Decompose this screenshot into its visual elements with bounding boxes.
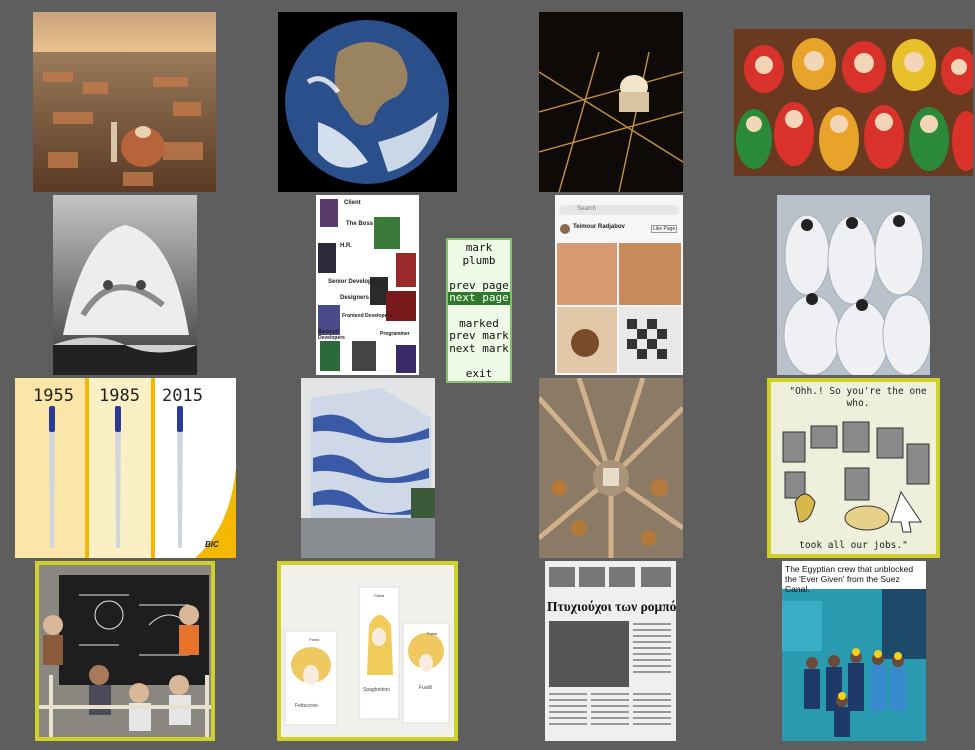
thumbnail-wavy-building[interactable] xyxy=(301,378,435,558)
thumbnail-arc-de-triomphe[interactable] xyxy=(539,378,683,558)
earth-image xyxy=(278,12,457,192)
florence-aerial-image xyxy=(33,12,216,192)
pasta-name-fettuccine: Fettuccine xyxy=(295,703,319,709)
meme-label-boss: The Boss xyxy=(346,221,374,227)
menu-item-mark[interactable]: mark xyxy=(448,241,510,255)
pen-year-1985: 1985 xyxy=(99,386,140,406)
thumbnail-knitted-scientists[interactable] xyxy=(35,561,215,741)
thumbnail-greek-newspaper[interactable]: Πτυχιούχοι των ρομπότ xyxy=(545,561,676,741)
suez-caption: The Egyptian crew that unblocked the 'Ev… xyxy=(785,564,914,594)
menu-item-next-mark[interactable]: next mark xyxy=(448,342,510,356)
pen-year-1955: 1955 xyxy=(33,386,74,406)
phone-comic-image xyxy=(555,195,683,375)
hazmat-image xyxy=(777,195,930,375)
meme-label-senior: Senior Developers xyxy=(328,279,381,285)
matryoshka-image xyxy=(734,29,973,176)
thumbnail-pasta-boxes[interactable]: Pasta Fettuccine Pasta Spaghettoni Pasta… xyxy=(277,561,458,741)
knitted-scientists-image xyxy=(39,565,211,737)
thumbnail-earth[interactable] xyxy=(278,12,457,192)
comic-like-page-text: Like Page xyxy=(651,225,678,233)
pasta-brand-2: Pasta xyxy=(374,593,385,598)
menu-spacer xyxy=(448,267,510,280)
thumbnail-suez-crew[interactable]: The Egyptian crew that unblocked the 'Ev… xyxy=(782,561,926,741)
thumbnail-robots-cartoon[interactable]: "Ohh.! So you're the one who. took all o… xyxy=(767,378,940,558)
pasta-brand-1: Pasta xyxy=(309,637,320,642)
menu-spacer xyxy=(448,305,510,318)
meme-label-client: Client xyxy=(344,200,361,206)
thumbnail-phone-comic[interactable]: Search Teimour Radjabov Like Page xyxy=(555,195,683,375)
pasta-boxes-image xyxy=(281,565,454,737)
comic-search-text: Search xyxy=(577,206,597,212)
menu-item-exit[interactable]: exit xyxy=(448,367,510,381)
meme-label-backend: Backend Developers xyxy=(318,329,345,341)
menu-item-next-page[interactable]: next page xyxy=(448,292,510,305)
comic-author-text: Teimour Radjabov xyxy=(573,224,625,230)
thumbnail-matryoshka[interactable] xyxy=(734,29,973,176)
pasta-brand-3: Pasta xyxy=(427,631,438,636)
wavy-building-image xyxy=(301,378,435,558)
thumbnail-avengers-meme[interactable]: Client The Boss H.R. Senior Developers D… xyxy=(316,195,419,375)
bic-logo: BIC xyxy=(205,540,219,549)
image-browser: Client The Boss H.R. Senior Developers D… xyxy=(0,0,975,750)
thumbnail-florence-night[interactable] xyxy=(539,12,683,192)
greek-newspaper-image xyxy=(545,561,676,741)
thumbnail-florence-aerial[interactable] xyxy=(33,12,216,192)
meme-label-designers: Designers xyxy=(340,295,370,301)
thumbnail-bic-pens[interactable]: 1955 1985 2015 BIC xyxy=(15,378,236,558)
wave-image xyxy=(53,195,197,375)
cartoon-caption-bottom: took all our jobs." xyxy=(799,540,908,551)
florence-night-image xyxy=(539,12,683,192)
meme-label-frontend: Frontend Developers xyxy=(342,313,393,319)
pen-year-2015: 2015 xyxy=(162,386,203,406)
cartoon-caption-top: "Ohh.! So you're the one who. xyxy=(789,386,927,409)
thumbnail-hazmat[interactable] xyxy=(777,195,930,375)
meme-label-hr: H.R. xyxy=(340,243,352,249)
pasta-name-fusilli: Fusilli xyxy=(419,685,432,691)
arc-de-triomphe-image xyxy=(539,378,683,558)
menu-item-prev-mark[interactable]: prev mark xyxy=(448,330,510,343)
meme-label-programmer: Programmer xyxy=(380,331,410,337)
pasta-name-spaghettoni: Spaghettoni xyxy=(363,687,390,693)
newspaper-headline: Πτυχιούχοι των ρομπότ xyxy=(547,599,676,614)
navigation-menu: mark plumb prev page next page marked pr… xyxy=(446,238,512,383)
menu-item-plumb[interactable]: plumb xyxy=(448,254,510,268)
thumbnail-wave[interactable] xyxy=(53,195,197,375)
